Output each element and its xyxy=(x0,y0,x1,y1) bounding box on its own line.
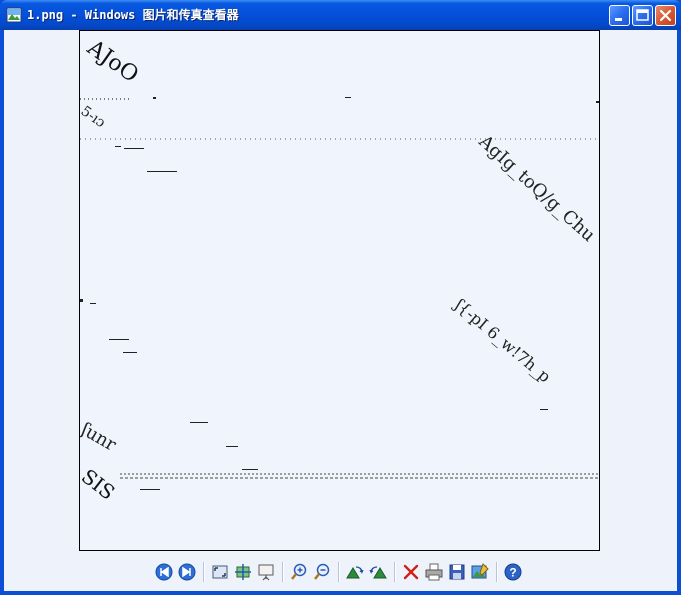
rotate-counterclockwise-icon[interactable] xyxy=(368,562,388,582)
close-button[interactable] xyxy=(655,5,676,26)
displayed-image: AJoO 5-ıɔ AgIg_toQ/g_Chu ʃ{-pI 6_w!7h_p … xyxy=(80,35,599,505)
previous-image-icon[interactable] xyxy=(154,562,174,582)
zoom-in-icon[interactable] xyxy=(289,562,309,582)
title-bar[interactable]: 1.png - Windows 图片和传真查看器 xyxy=(0,0,681,30)
close-icon xyxy=(659,9,672,22)
maximize-button[interactable] xyxy=(632,5,653,26)
best-fit-icon[interactable] xyxy=(210,562,230,582)
help-icon[interactable]: ? xyxy=(503,562,523,582)
text-fragment: ʃunr xyxy=(80,418,120,456)
save-icon[interactable] xyxy=(447,562,467,582)
toolbar-separator xyxy=(338,562,340,582)
image-viewer-window: 1.png - Windows 图片和传真查看器 AJoO 5-ıɔ AgIg_… xyxy=(0,0,681,595)
toolbar-separator xyxy=(496,562,498,582)
text-fragment: AgIg_toQ/g_Chu xyxy=(474,130,599,246)
viewer-client-area: AJoO 5-ıɔ AgIg_toQ/g_Chu ʃ{-pI 6_w!7h_p … xyxy=(4,30,677,591)
delete-icon[interactable] xyxy=(401,562,421,582)
toolbar-separator xyxy=(394,562,396,582)
actual-size-icon[interactable] xyxy=(233,562,253,582)
maximize-icon xyxy=(636,9,649,21)
toolbar-separator xyxy=(203,562,205,582)
rotate-clockwise-icon[interactable] xyxy=(345,562,365,582)
slideshow-icon[interactable] xyxy=(256,562,276,582)
image-canvas: AJoO 5-ıɔ AgIg_toQ/g_Chu ʃ{-pI 6_w!7h_p … xyxy=(79,30,600,551)
text-fragment: ʃ{-pI 6_w!7h_p xyxy=(450,294,555,386)
print-icon[interactable] xyxy=(424,562,444,582)
image-specks xyxy=(80,97,599,490)
viewer-toolbar: ? xyxy=(150,560,530,584)
svg-text:?: ? xyxy=(509,566,516,580)
text-fragment: 5-ıɔ xyxy=(80,103,108,131)
minimize-button[interactable] xyxy=(609,5,630,26)
toolbar-separator xyxy=(282,562,284,582)
text-fragment: AJoO xyxy=(82,35,143,88)
minimize-icon xyxy=(615,18,622,21)
text-fragment: SIS xyxy=(80,464,120,505)
next-image-icon[interactable] xyxy=(177,562,197,582)
zoom-out-icon[interactable] xyxy=(312,562,332,582)
picture-viewer-icon xyxy=(6,7,22,23)
edit-icon[interactable] xyxy=(470,562,490,582)
window-title: 1.png - Windows 图片和传真查看器 xyxy=(27,8,239,22)
